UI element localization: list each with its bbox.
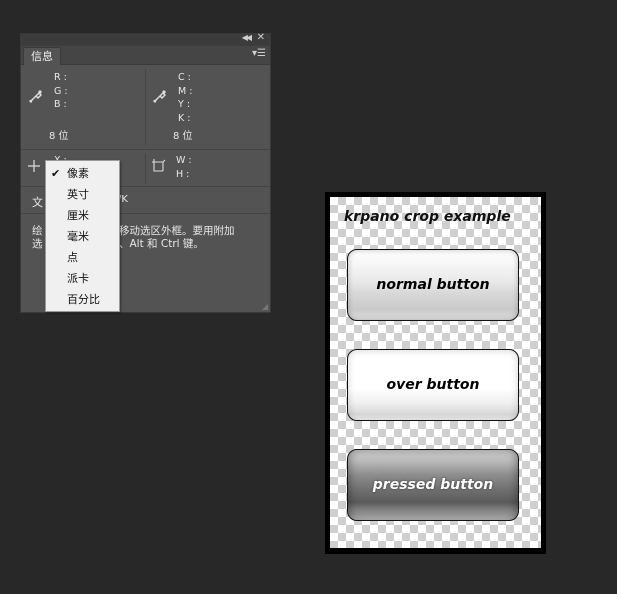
eyedropper-icon[interactable] xyxy=(152,89,167,104)
example-title: krpano crop example xyxy=(344,209,511,225)
bit-depth-right: 8 位 xyxy=(173,131,193,142)
tool-hint-line1-end: 移动选区外框。要用附加 xyxy=(119,225,235,237)
pressed-button[interactable]: pressed button xyxy=(347,449,519,521)
menu-item-inches[interactable]: 英寸 xyxy=(46,185,119,205)
tool-hint-line1-start: 绘 xyxy=(32,225,43,237)
menu-item-label: 像素 xyxy=(67,167,89,180)
menu-item-label: 毫米 xyxy=(67,230,89,243)
close-icon[interactable]: ✕ xyxy=(257,32,265,43)
menu-item-label: 派卡 xyxy=(67,272,89,285)
bit-depth-left: 8 位 xyxy=(49,131,69,142)
rgb-labels: R : G : B : xyxy=(54,71,68,112)
krpano-example-frame: krpano crop example normal button over b… xyxy=(325,192,546,554)
label-h: H : xyxy=(176,168,190,180)
panel-tabbar: 信息 ▾☰ xyxy=(21,46,270,65)
menu-item-centimeters[interactable]: 厘米 xyxy=(46,206,119,226)
document-info-prefix: 文 xyxy=(32,196,43,209)
divider xyxy=(145,154,146,184)
normal-button[interactable]: normal button xyxy=(347,249,519,321)
label-c: C : xyxy=(178,72,191,83)
menu-item-label: 英寸 xyxy=(67,188,89,201)
label-w: W : xyxy=(176,155,192,166)
label-g: G : xyxy=(54,85,68,97)
tool-hint-line2-start: 选 xyxy=(32,238,43,250)
over-button[interactable]: over button xyxy=(347,349,519,421)
resize-grip-icon[interactable]: ◢ xyxy=(262,302,268,311)
menu-item-picas[interactable]: 派卡 xyxy=(46,269,119,289)
tab-info[interactable]: 信息 xyxy=(23,47,61,65)
menu-item-millimeters[interactable]: 毫米 xyxy=(46,227,119,247)
panel-menu-icon[interactable]: ▾☰ xyxy=(252,48,266,59)
unit-dropdown-menu: ✔ 像素 英寸 厘米 毫米 点 派卡 百分比 xyxy=(45,160,120,312)
cmyk-labels: C : M : Y : K : xyxy=(178,71,192,125)
divider xyxy=(145,69,146,145)
menu-item-label: 百分比 xyxy=(67,293,100,306)
label-r: R : xyxy=(54,72,67,83)
wh-labels: W : H : xyxy=(176,154,192,181)
label-k: K : xyxy=(178,112,191,124)
label-y: Y : xyxy=(178,99,191,110)
collapse-icon[interactable]: ◀◀ xyxy=(242,33,252,42)
selection-size-icon[interactable] xyxy=(151,158,166,172)
menu-item-points[interactable]: 点 xyxy=(46,248,119,268)
crosshair-icon[interactable] xyxy=(27,159,41,177)
menu-item-label: 厘米 xyxy=(67,209,89,222)
menu-item-pixels[interactable]: ✔ 像素 xyxy=(46,164,119,184)
color-readout-section: R : G : B : 8 位 C : M : Y : K : 8 位 xyxy=(21,65,270,150)
panel-titlebar: ◀◀ ✕ xyxy=(21,32,270,46)
menu-item-label: 点 xyxy=(67,251,78,264)
eyedropper-icon[interactable] xyxy=(28,89,43,104)
tool-hint-line2-end: 、Alt 和 Ctrl 键。 xyxy=(119,238,204,250)
check-icon: ✔ xyxy=(51,167,61,180)
transparency-checkerboard: krpano crop example normal button over b… xyxy=(330,197,541,548)
label-b: B : xyxy=(54,99,67,110)
menu-item-percent[interactable]: 百分比 xyxy=(46,290,119,310)
label-m: M : xyxy=(178,85,193,97)
